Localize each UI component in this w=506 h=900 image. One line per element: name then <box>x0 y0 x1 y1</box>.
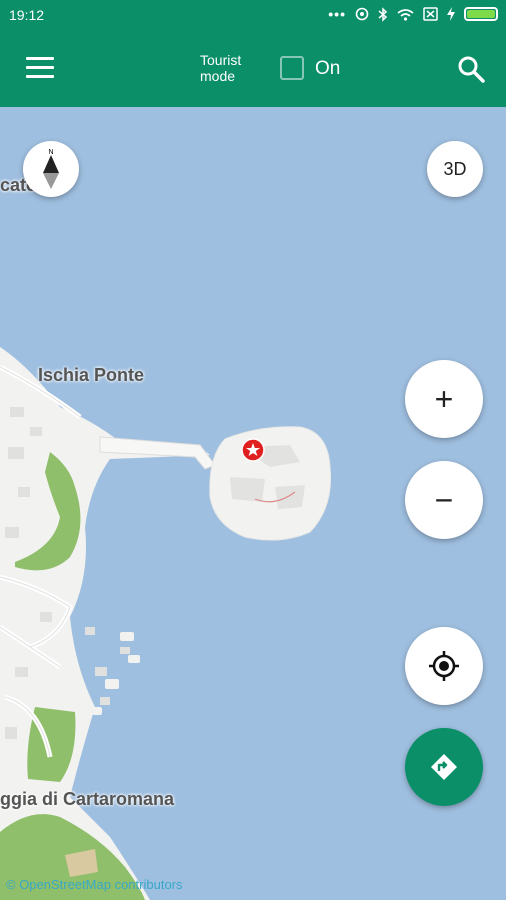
status-icons: ••• <box>328 6 498 22</box>
my-location-button[interactable] <box>405 627 483 705</box>
tourist-mode-checkbox[interactable] <box>280 56 304 80</box>
status-time: 19:12 <box>9 7 45 23</box>
more-dots-icon: ••• <box>328 6 346 22</box>
alarm-icon <box>355 7 369 21</box>
bluetooth-icon <box>378 6 388 22</box>
compass-icon: N <box>43 149 59 189</box>
causeway <box>99 436 216 470</box>
zoom-out-button[interactable]: − <box>405 461 483 539</box>
map-label-ischia-ponte: Ischia Ponte <box>38 365 145 385</box>
directions-button[interactable] <box>405 728 483 806</box>
zoom-in-button[interactable]: + <box>405 360 483 438</box>
charging-icon <box>447 7 455 21</box>
directions-icon <box>431 754 457 780</box>
map-view[interactable]: cate Ischia Ponte ggia di Cartaromana N … <box>0 107 506 900</box>
tourist-mode-on-label: On <box>315 58 341 79</box>
search-icon[interactable] <box>456 54 486 84</box>
castle-island <box>209 426 332 541</box>
hamburger-menu-icon <box>26 57 54 60</box>
sim-x-icon <box>423 7 438 21</box>
battery-icon <box>464 7 498 21</box>
view-3d-label: 3D <box>443 158 467 179</box>
tourist-mode-label: Tourist mode <box>200 52 242 84</box>
wifi-icon <box>397 8 414 21</box>
crosshair-icon <box>429 651 459 681</box>
map-attribution[interactable]: © OpenStreetMap contributors <box>6 877 183 892</box>
app-bar: Tourist mode On <box>0 30 506 107</box>
poi-marker-icon[interactable] <box>241 438 265 462</box>
svg-text:N: N <box>48 149 53 156</box>
view-3d-button[interactable]: 3D <box>427 141 483 197</box>
menu-button[interactable] <box>26 57 54 79</box>
minus-icon: − <box>434 481 454 518</box>
status-bar: 19:12 ••• <box>0 0 506 30</box>
map-label-cartaromana: ggia di Cartaromana <box>0 789 175 809</box>
plus-icon: + <box>434 380 454 417</box>
compass-button[interactable]: N <box>23 141 79 197</box>
